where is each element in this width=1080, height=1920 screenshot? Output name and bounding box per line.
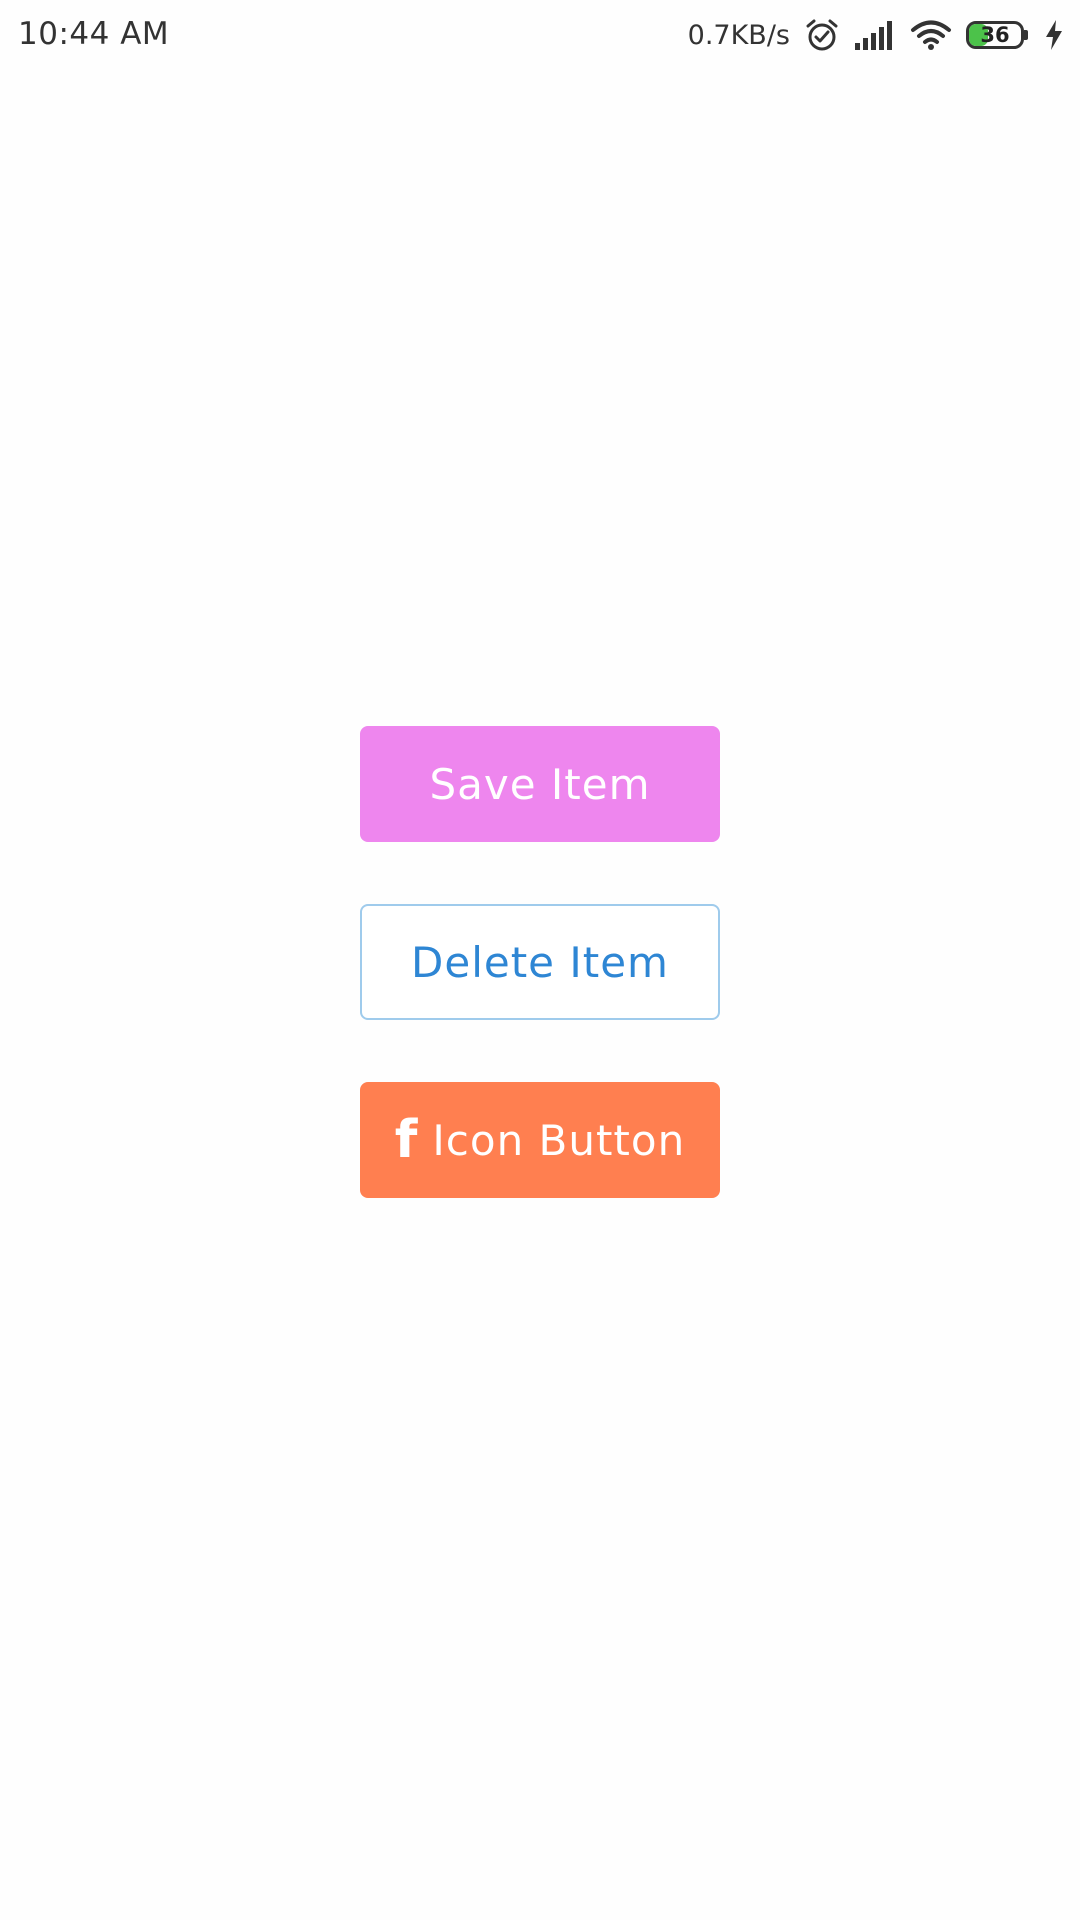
signal-icon (854, 19, 896, 51)
alarm-icon (804, 17, 840, 53)
button-group: Save Item Delete Item f Icon Button (360, 726, 720, 1198)
battery-percentage: 36 (980, 23, 1010, 47)
charging-icon (1044, 19, 1064, 51)
app-screen: 10:44 AM 0.7KB/s 36 Save Item Delete Ite… (0, 0, 1080, 1920)
delete-item-label: Delete Item (411, 937, 669, 987)
status-time: 10:44 AM (18, 16, 170, 52)
wifi-icon (910, 19, 952, 51)
facebook-icon: f (394, 1110, 419, 1170)
icon-button-label: Icon Button (432, 1115, 686, 1165)
status-icons: 0.7KB/s 36 (688, 14, 1064, 56)
delete-item-button[interactable]: Delete Item (360, 904, 720, 1020)
save-item-label: Save Item (429, 759, 651, 809)
save-item-button[interactable]: Save Item (360, 726, 720, 842)
icon-button[interactable]: f Icon Button (360, 1082, 720, 1198)
battery-tip (1024, 30, 1028, 40)
status-bar: 10:44 AM 0.7KB/s 36 (0, 0, 1080, 70)
battery-icon: 36 (966, 21, 1030, 49)
network-speed: 0.7KB/s (687, 19, 790, 51)
